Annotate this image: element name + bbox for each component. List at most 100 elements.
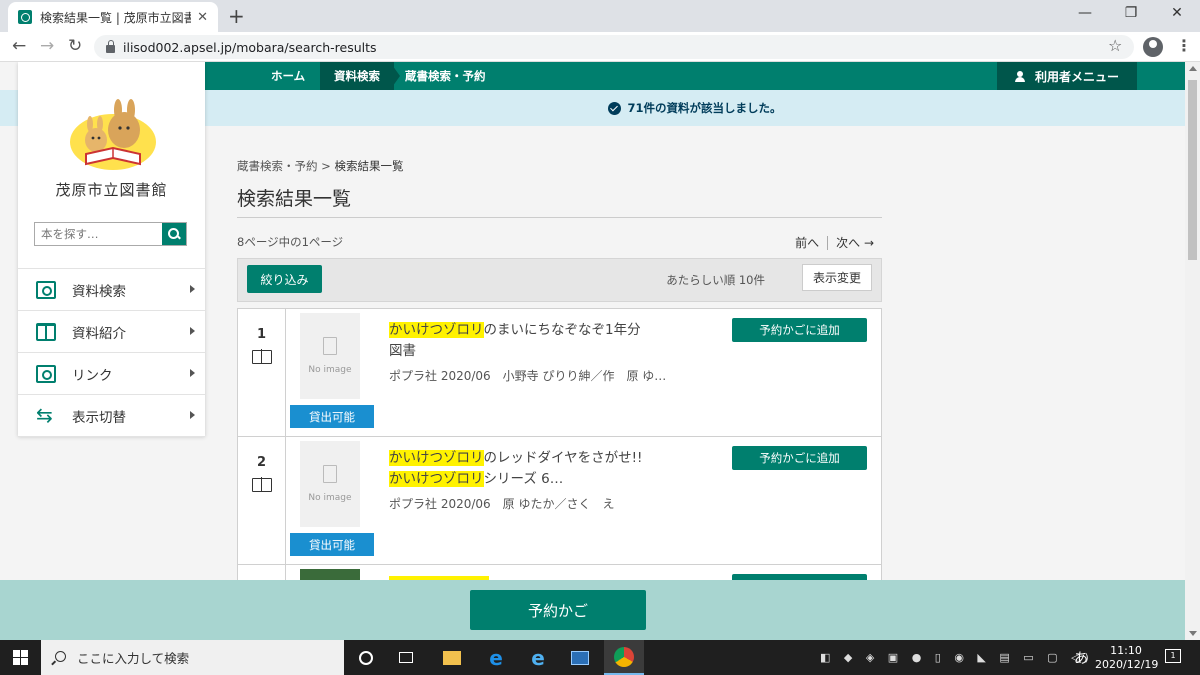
minimize-button[interactable]: — — [1062, 0, 1108, 26]
library-mascot-logo[interactable] — [68, 98, 158, 172]
sidebar-item-material-intro[interactable]: 資料紹介 — [18, 311, 205, 353]
result-number: 1 — [256, 327, 267, 342]
breadcrumb-separator: > — [321, 159, 331, 173]
clock-date: 2020/12/19 — [1095, 658, 1159, 671]
book-placeholder-icon — [323, 465, 337, 483]
internet-explorer-icon[interactable]: e — [518, 640, 558, 675]
url-text[interactable]: ilisod002.apsel.jp/mobara/search-results — [123, 40, 377, 55]
person-icon — [1014, 71, 1025, 82]
omnibox[interactable]: ilisod002.apsel.jp/mobara/search-results — [94, 35, 1134, 59]
reload-icon[interactable]: ↻ — [68, 36, 82, 56]
tab-close-icon[interactable]: ✕ — [197, 10, 208, 25]
availability-badge: 貸出可能 — [290, 405, 374, 428]
results-toolbar: 絞り込み あたらしい順 10件 表示変更 — [237, 258, 882, 302]
swap-arrows-icon — [36, 403, 56, 427]
result-title-link[interactable]: かいけつゾロリのまいにちなぞなぞ1年分 図書 — [389, 320, 689, 362]
page-count-label: 8ページ中の1ページ — [237, 235, 344, 249]
remote-desktop-icon[interactable] — [560, 640, 600, 675]
bookmark-star-icon[interactable]: ☆ — [1108, 36, 1122, 55]
maximize-button[interactable]: ❐ — [1108, 0, 1154, 26]
title-text: のまいにちなぞなぞ1年分 — [483, 322, 641, 338]
sort-info: あたらしい順 10件 — [666, 273, 765, 287]
book-icon — [251, 477, 272, 492]
reserve-cart-bar: 予約かご — [0, 580, 1185, 640]
page-viewport: ホーム 資料検索 蔵書検索・予約 利用者メニュー 71件の資料が該当しました。 — [0, 62, 1185, 640]
search-book-icon — [36, 280, 56, 299]
edge-icon[interactable]: e — [476, 640, 516, 675]
sidebar-item-label: 表示切替 — [72, 409, 126, 426]
windows-start-icon[interactable] — [13, 650, 28, 665]
library-favicon-icon — [18, 10, 32, 24]
title-highlight: かいけつゾロリ — [389, 322, 484, 338]
add-to-cart-button[interactable]: 予約かごに追加 — [732, 318, 867, 342]
search-icon — [55, 651, 66, 662]
profile-avatar-icon[interactable] — [1143, 37, 1163, 57]
title-highlight: かいけつゾロリ — [389, 450, 484, 466]
ime-indicator[interactable]: あ — [1074, 648, 1088, 668]
forward-arrow-icon[interactable]: → — [40, 36, 54, 56]
scroll-up-icon[interactable] — [1189, 66, 1197, 71]
nav-home[interactable]: ホーム — [271, 62, 305, 90]
reserve-cart-button[interactable]: 予約かご — [470, 590, 646, 630]
chrome-icon[interactable] — [604, 640, 644, 675]
result-number-cell: 2 — [238, 437, 286, 564]
user-menu-button[interactable]: 利用者メニュー — [997, 62, 1137, 90]
notification-icon[interactable]: 1 — [1165, 649, 1181, 663]
sidebar-item-material-search[interactable]: 資料検索 — [18, 269, 205, 311]
close-window-button[interactable]: ✕ — [1154, 0, 1200, 26]
no-image-label: No image — [308, 365, 352, 375]
back-arrow-icon[interactable]: ← — [12, 36, 26, 56]
result-meta: ポプラ社 2020/06 小野寺 ぴりり紳／作 原 ゆ… — [389, 369, 667, 383]
pagination-links: 前へ 次へ → — [787, 234, 882, 251]
taskbar-clock[interactable]: 11:10 2020/12/19 — [1095, 644, 1159, 672]
cover-placeholder[interactable]: No image — [300, 313, 360, 399]
breadcrumb-current: 検索結果一覧 — [334, 159, 404, 173]
task-view-icon[interactable] — [386, 640, 426, 675]
cortana-icon[interactable] — [346, 640, 386, 675]
notice-text: 71件の資料が該当しました。 — [627, 101, 782, 115]
main-content: 蔵書検索・予約 > 検索結果一覧 検索結果一覧 8ページ中の1ページ 前へ 次へ … — [237, 152, 882, 640]
new-tab-button[interactable]: + — [228, 4, 245, 28]
sidebar-item-links[interactable]: リンク — [18, 353, 205, 395]
lock-icon — [106, 40, 115, 53]
check-circle-icon — [608, 101, 622, 115]
sidebar: 茂原市立図書館 資料検索 資料紹介 リンク 表示切替 — [18, 62, 205, 437]
next-page-link[interactable]: 次へ → — [828, 236, 882, 250]
prev-page-link[interactable]: 前へ — [787, 236, 827, 250]
book-icon — [251, 349, 272, 364]
pagination-bar: 8ページ中の1ページ 前へ 次へ → — [237, 218, 882, 258]
tab-title: 検索結果一覧 | 茂原市立図書館 — [40, 10, 192, 25]
chevron-right-icon — [190, 411, 195, 419]
system-tray-icons[interactable]: ◧ ◆ ◈ ▣ ● ▯ ◉ ◣ ▤ ▭ ▢ ◁) — [820, 651, 1094, 664]
page-scrollbar[interactable] — [1185, 62, 1200, 640]
scroll-down-icon[interactable] — [1189, 631, 1197, 636]
book-search-box — [34, 222, 187, 246]
windows-taskbar: ここに入力して検索 e e ◧ ◆ ◈ ▣ ● ▯ ◉ ◣ ▤ ▭ ▢ ◁) あ… — [0, 640, 1200, 675]
nav-catalog-search[interactable]: 蔵書検索・予約 — [405, 62, 486, 90]
taskbar-search-box[interactable]: ここに入力して検索 — [41, 640, 344, 675]
title-text: のレッドダイヤをさがせ!! — [483, 450, 643, 466]
nav-material-search[interactable]: 資料検索 — [320, 62, 394, 90]
display-change-button[interactable]: 表示変更 — [802, 264, 872, 291]
browser-menu-icon[interactable]: ⋮ — [1176, 36, 1192, 55]
link-search-icon — [36, 364, 56, 383]
sidebar-menu: 資料検索 資料紹介 リンク 表示切替 — [18, 268, 205, 437]
page-title: 検索結果一覧 — [237, 184, 882, 218]
add-to-cart-button[interactable]: 予約かごに追加 — [732, 446, 867, 470]
result-number: 2 — [256, 455, 267, 470]
narrow-down-button[interactable]: 絞り込み — [247, 265, 322, 293]
cover-placeholder[interactable]: No image — [300, 441, 360, 527]
material-type: 図書 — [389, 343, 416, 359]
book-search-input[interactable] — [35, 223, 163, 245]
result-row: 1 No image 貸出可能 かいけつゾロリのまいにちなぞなぞ1年分 図書 ポ… — [238, 309, 881, 437]
no-image-label: No image — [308, 493, 352, 503]
scroll-thumb[interactable] — [1188, 80, 1197, 260]
sidebar-item-display-toggle[interactable]: 表示切替 — [18, 395, 205, 437]
sidebar-item-label: リンク — [72, 367, 113, 384]
file-explorer-icon[interactable] — [432, 640, 472, 675]
browser-tab[interactable]: 検索結果一覧 | 茂原市立図書館 ✕ — [8, 2, 218, 32]
result-title-link[interactable]: かいけつゾロリのレッドダイヤをさがせ!! かいけつゾロリシリーズ 6… — [389, 448, 689, 490]
search-icon[interactable] — [162, 223, 186, 245]
taskbar-search-text: ここに入力して検索 — [77, 651, 190, 666]
breadcrumb-parent-link[interactable]: 蔵書検索・予約 — [237, 159, 318, 173]
